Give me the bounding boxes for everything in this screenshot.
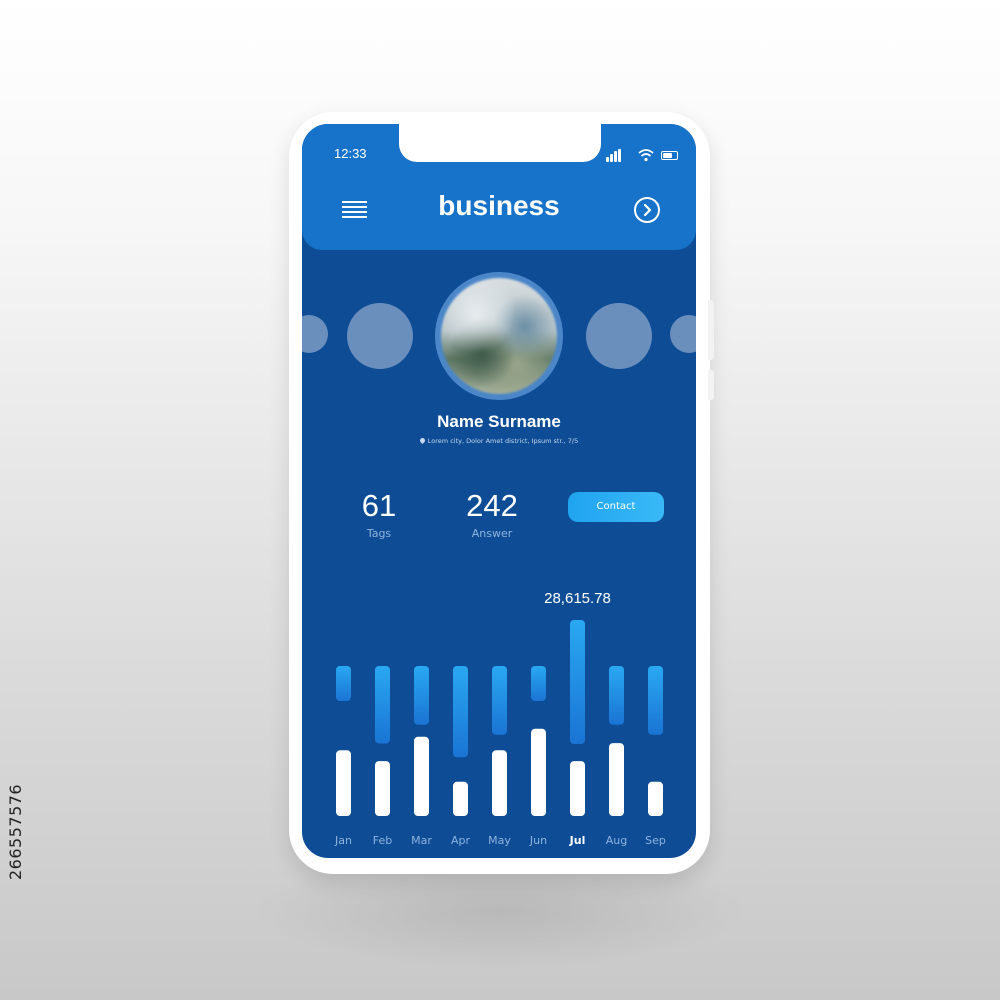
month-label-mar: Mar xyxy=(411,834,432,847)
month-label-jan: Jan xyxy=(334,834,352,847)
bar-blue-sep[interactable] xyxy=(648,666,663,735)
month-label-jul: Jul xyxy=(569,834,586,847)
bar-blue-jan[interactable] xyxy=(336,666,351,701)
month-label-aug: Aug xyxy=(606,834,627,847)
bar-blue-apr[interactable] xyxy=(453,666,468,758)
carousel-avatar-left[interactable] xyxy=(347,303,413,369)
answer-count: 242 xyxy=(466,488,518,523)
bar-white-sep[interactable] xyxy=(648,781,663,816)
chevron-right-icon[interactable] xyxy=(634,197,660,223)
status-icons xyxy=(606,148,678,162)
highlight-value-label: 28,615.78 xyxy=(544,590,611,607)
month-label-apr: Apr xyxy=(451,834,471,847)
bar-blue-aug[interactable] xyxy=(609,666,624,725)
month-label-may: May xyxy=(488,834,511,847)
volume-button xyxy=(708,300,714,360)
battery-icon xyxy=(661,151,678,160)
bar-white-aug[interactable] xyxy=(609,743,624,816)
monthly-bar-chart: Jan Feb Mar Apr May Jun Jul 28,615.78 Aug Sep xyxy=(334,590,666,847)
bar-white-apr[interactable] xyxy=(453,781,468,816)
location-pin-icon xyxy=(418,436,426,445)
app-header: 12:33 business xyxy=(302,124,696,250)
bar-white-may[interactable] xyxy=(492,750,507,816)
phone-screen: 12:33 business Name Surname Lorem city, … xyxy=(302,124,696,858)
bar-white-jan[interactable] xyxy=(336,750,351,816)
status-time: 12:33 xyxy=(334,146,367,161)
profile-avatar[interactable] xyxy=(435,272,563,400)
notch xyxy=(399,124,601,162)
bar-white-jun[interactable] xyxy=(531,728,546,816)
address-text: Lorem city, Dolor Amet district, Ipsum s… xyxy=(427,437,579,445)
carousel-avatar-far-left[interactable] xyxy=(302,315,328,353)
contact-button[interactable]: Contact xyxy=(568,492,664,522)
bar-blue-feb[interactable] xyxy=(375,666,390,744)
bar-white-feb[interactable] xyxy=(375,761,390,816)
profile-address: Lorem city, Dolor Amet district, Ipsum s… xyxy=(302,436,696,445)
bar-white-mar[interactable] xyxy=(414,736,429,816)
carousel-avatar-right[interactable] xyxy=(586,303,652,369)
bar-blue-mar[interactable] xyxy=(414,666,429,725)
bar-white-jul[interactable] xyxy=(570,761,585,816)
carousel-avatar-far-right[interactable] xyxy=(670,315,696,353)
avatar-photo xyxy=(441,278,557,394)
profile-name: Name Surname xyxy=(437,412,561,431)
month-label-sep: Sep xyxy=(645,834,666,847)
month-label-jun: Jun xyxy=(529,834,547,847)
wifi-icon xyxy=(638,149,654,162)
bar-blue-jun[interactable] xyxy=(531,666,546,701)
month-label-feb: Feb xyxy=(373,834,392,847)
side-button xyxy=(708,370,714,400)
bar-blue-may[interactable] xyxy=(492,666,507,735)
tags-count: 61 xyxy=(361,488,397,523)
bar-blue-jul[interactable] xyxy=(570,620,585,744)
image-id-text: 266557576 xyxy=(6,783,25,880)
answer-label: Answer xyxy=(471,527,513,540)
tags-label: Tags xyxy=(366,527,392,540)
